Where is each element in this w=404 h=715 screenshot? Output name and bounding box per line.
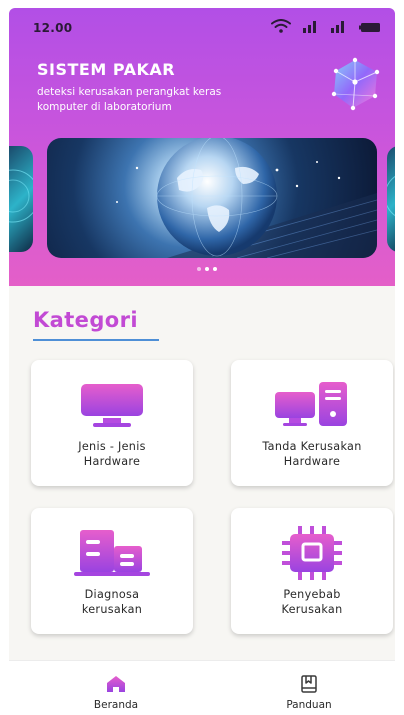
nav-label: Beranda [93,699,139,711]
carousel-dot-active[interactable] [205,267,209,271]
app-title: SISTEM PAKAR [37,60,176,79]
carousel-dot[interactable] [213,267,217,271]
brand-block: SISTEM PAKAR deteksi kerusakan perangkat… [37,60,267,115]
carousel-slide-globe-laptop[interactable] [47,138,377,258]
header-banner: 12.00 SISTEM PAKAR deteksi kerusakan per… [9,8,395,286]
category-card-penyebab[interactable]: Penyebab Kerusakan [231,508,393,634]
status-icons [271,18,381,37]
category-card-diagnosa[interactable]: Diagnosa kerusakan [31,508,193,634]
cpu-chip-icon [231,526,393,580]
section-title-kategori: Kategori [33,308,138,332]
image-carousel[interactable] [9,138,395,268]
network-crystal-icon [325,54,385,114]
monitor-icon [31,382,193,430]
buildings-icon [31,528,193,578]
signal-icon [303,18,319,37]
bottom-navigation: Beranda Panduan [9,660,395,715]
nav-label: Panduan [286,699,332,711]
desktop-computer-icon [231,380,393,428]
status-bar: 12.00 [9,8,395,48]
home-icon [56,675,176,693]
status-time: 12.00 [33,21,73,35]
section-underline [33,339,159,341]
app-screen: 12.00 SISTEM PAKAR deteksi kerusakan per… [9,8,395,715]
carousel-slide-previous[interactable] [9,146,33,252]
nav-item-panduan[interactable]: Panduan [249,661,369,715]
carousel-dot[interactable] [197,267,201,271]
carousel-slide-next[interactable] [387,146,395,252]
card-label: Jenis - Jenis Hardware [78,440,146,468]
book-icon [249,675,369,693]
card-label: Penyebab Kerusakan [281,588,343,616]
app-subtitle: deteksi kerusakan perangkat keras komput… [37,86,222,113]
card-label: Diagnosa kerusakan [81,588,143,616]
wifi-icon [271,18,291,37]
category-card-tanda-kerusakan[interactable]: Tanda Kerusakan Hardware [231,360,393,486]
carousel-indicator [197,267,217,271]
card-label: Tanda Kerusakan Hardware [262,440,362,468]
nav-item-beranda[interactable]: Beranda [56,661,176,715]
signal-icon [331,18,347,37]
category-card-jenis-hardware[interactable]: Jenis - Jenis Hardware [31,360,193,486]
battery-icon [359,18,381,37]
